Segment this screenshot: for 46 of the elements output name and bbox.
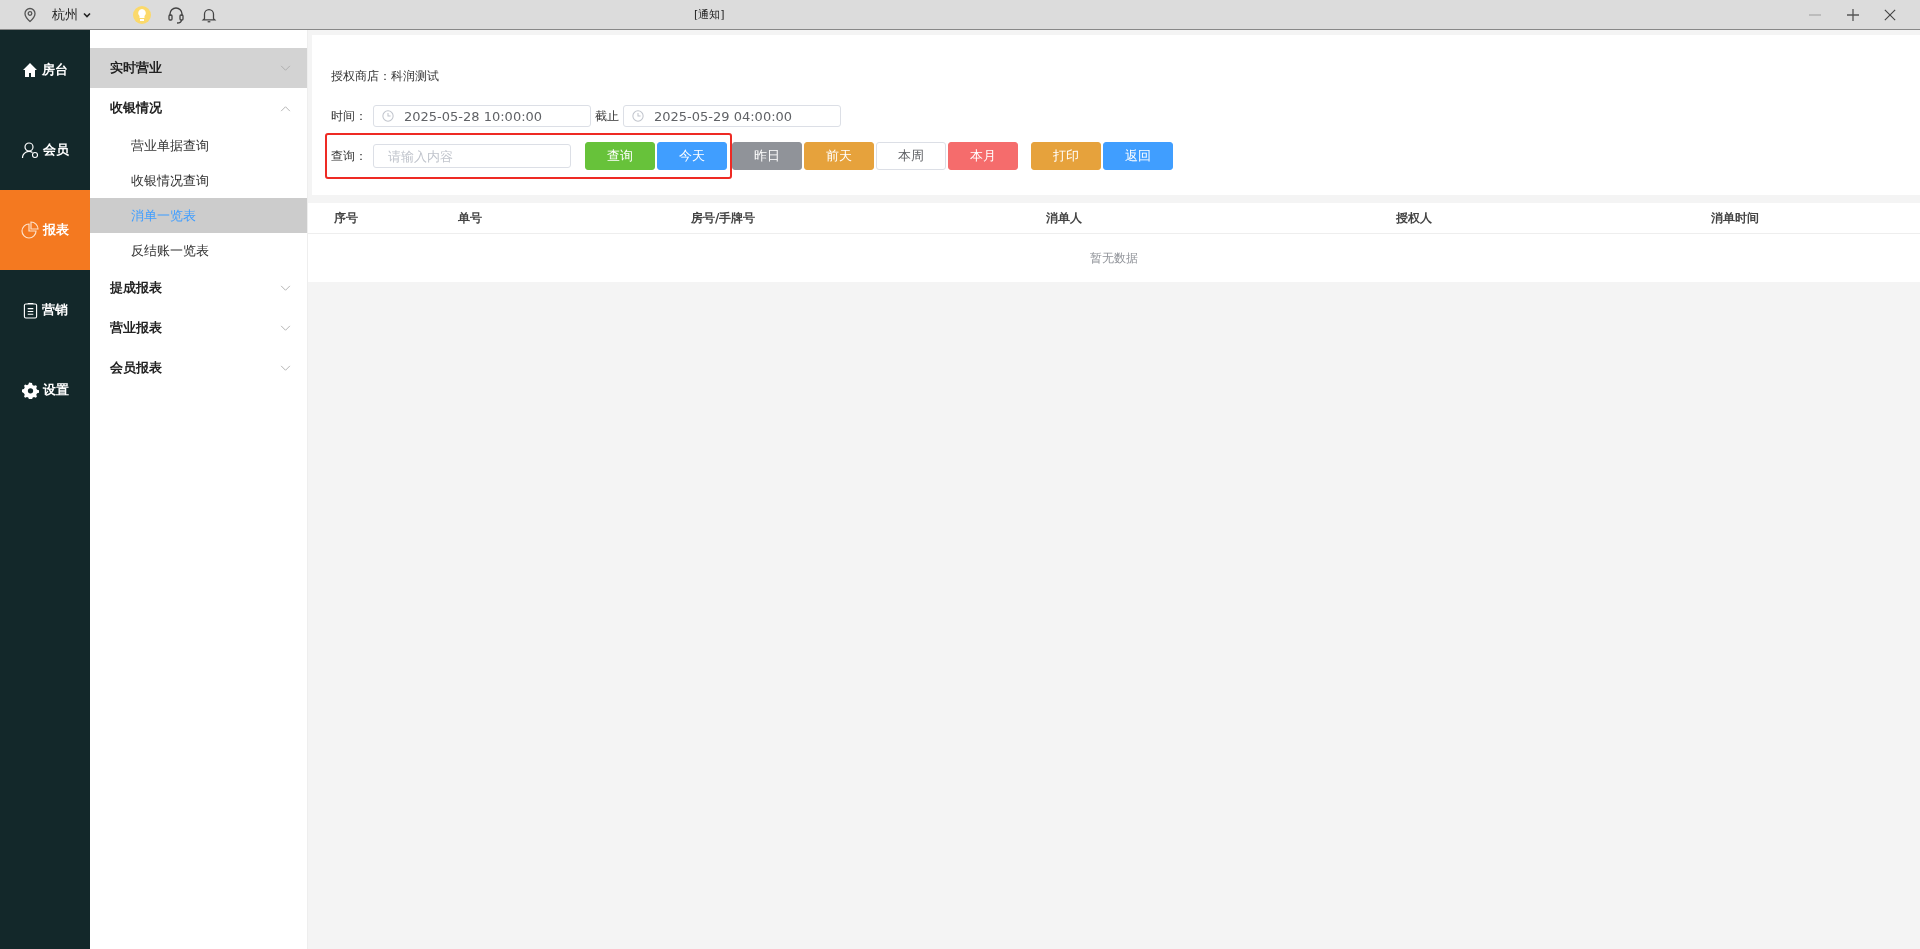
time-label: 时间： bbox=[331, 107, 367, 125]
settings-icon bbox=[21, 381, 39, 399]
menu-group[interactable]: 提成报表 bbox=[90, 268, 307, 308]
menu-item[interactable]: 反结账一览表 bbox=[90, 233, 307, 268]
clock-icon bbox=[632, 110, 644, 122]
clock-icon bbox=[382, 110, 394, 122]
store-label: 授权商店： bbox=[331, 67, 391, 85]
nav-item[interactable]: 设置 bbox=[0, 350, 90, 430]
query-label: 查询： bbox=[331, 147, 367, 165]
end-time-field[interactable]: 2025-05-29 04:00:00 bbox=[623, 105, 841, 127]
menu-item[interactable]: 收银情况查询 bbox=[90, 163, 307, 198]
column-header: 消单时间 bbox=[1710, 209, 1759, 227]
start-time-field[interactable]: 2025-05-28 10:00:00 bbox=[373, 105, 591, 127]
maximize-icon[interactable] bbox=[1846, 7, 1860, 22]
menu-group[interactable]: 营业报表 bbox=[90, 308, 307, 348]
home-icon bbox=[22, 62, 38, 78]
menu-group[interactable]: 实时营业 bbox=[90, 48, 307, 88]
location-pin-icon[interactable] bbox=[22, 6, 38, 23]
chevron-down-icon bbox=[280, 324, 291, 332]
nav-item[interactable]: 会员 bbox=[0, 110, 90, 190]
nav-item[interactable]: 房台 bbox=[0, 30, 90, 110]
chevron-down-icon bbox=[280, 64, 291, 72]
date-button[interactable]: 本周 bbox=[876, 142, 946, 170]
search-field[interactable]: 请输入内容 bbox=[373, 144, 571, 168]
menu-group[interactable]: 会员报表 bbox=[90, 348, 307, 388]
column-header: 单号 bbox=[457, 209, 483, 227]
column-header: 授权人 bbox=[1395, 209, 1433, 227]
user-icon bbox=[21, 141, 39, 159]
menu-group[interactable]: 收银情况 bbox=[90, 88, 307, 128]
chevron-down-icon bbox=[280, 364, 291, 372]
chevron-up-icon bbox=[280, 104, 291, 112]
city-selector[interactable]: 杭州 bbox=[52, 5, 92, 24]
until-label: 截止 bbox=[595, 107, 619, 125]
empty-message: 暂无数据 bbox=[1090, 249, 1138, 267]
headset-icon[interactable] bbox=[166, 4, 186, 25]
column-header: 房号/手牌号 bbox=[690, 209, 757, 227]
chevron-down-icon bbox=[280, 284, 291, 292]
nav-item[interactable]: 营销 bbox=[0, 270, 90, 350]
column-header: 序号 bbox=[333, 209, 359, 227]
window-title: [通知] bbox=[694, 7, 725, 22]
close-icon[interactable] bbox=[1884, 8, 1896, 21]
menu-item[interactable]: 营业单据查询 bbox=[90, 128, 307, 163]
clipboard-icon bbox=[22, 301, 38, 319]
column-header: 消单人 bbox=[1045, 209, 1083, 227]
pie-chart-icon bbox=[21, 221, 39, 239]
store-name: 科润测试 bbox=[391, 67, 439, 85]
